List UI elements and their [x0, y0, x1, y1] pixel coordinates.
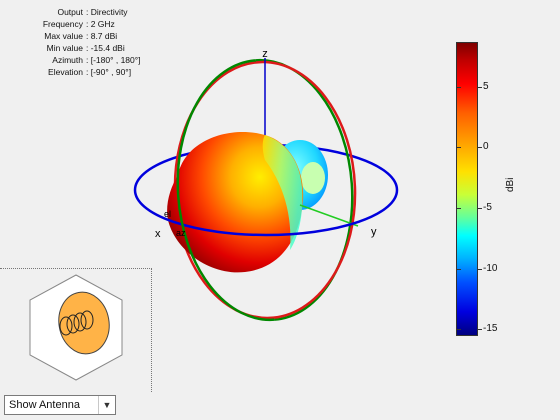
colorbar-tick-label: 0	[483, 141, 489, 153]
chevron-down-icon[interactable]: ▼	[98, 396, 115, 414]
colorbar-tick	[477, 207, 482, 209]
colorbar-tick	[477, 329, 482, 331]
colorbar-tick-label: 5	[483, 80, 489, 92]
colorbar-tick	[477, 147, 482, 149]
y-axis-line	[299, 204, 359, 227]
antenna-view-select[interactable]: Show Antenna ▼	[4, 395, 116, 415]
colorbar-tick-label: -5	[483, 201, 492, 213]
back-lobe-tip	[301, 162, 325, 194]
colorbar-tick	[456, 147, 461, 149]
colorbar-unit: dBi	[505, 177, 516, 192]
el-label: el	[164, 209, 171, 219]
colorbar-tick	[456, 207, 461, 209]
y-axis-label: y	[371, 226, 377, 238]
colorbar-tick	[456, 86, 461, 88]
antenna-preview-icon	[29, 274, 123, 381]
colorbar-tick	[456, 268, 461, 270]
colorbar-tick	[477, 268, 482, 270]
colorbar-tick	[456, 329, 461, 331]
z-axis-label: z	[262, 48, 268, 60]
colorbar-tick	[477, 86, 482, 88]
colorbar-tick-label: -15	[483, 323, 498, 335]
select-value: Show Antenna	[9, 399, 80, 411]
colorbar-tick-label: -10	[483, 262, 498, 274]
x-axis-label: x	[155, 228, 161, 240]
az-label: az	[176, 228, 186, 238]
